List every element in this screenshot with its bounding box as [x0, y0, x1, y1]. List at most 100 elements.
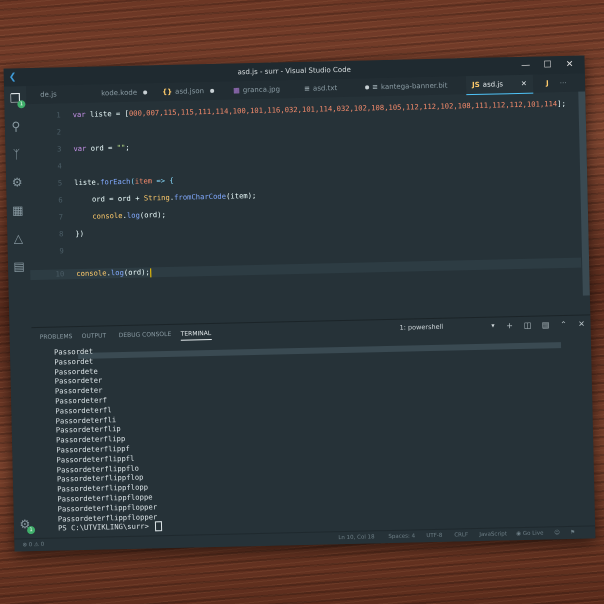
- function-name: fromCharCode: [174, 191, 227, 202]
- extensions-icon[interactable]: ▦: [10, 202, 26, 218]
- settings-gear-icon[interactable]: ⚙ 1: [17, 516, 36, 535]
- code-line-1: var liste = [000,007,115,115,111,114,100…: [73, 99, 566, 119]
- maximize-panel-icon[interactable]: ⌃: [557, 319, 569, 331]
- line-number: 2: [56, 127, 62, 137]
- js-file-icon: JS: [471, 80, 480, 90]
- go-live-button[interactable]: ◉ Go Live: [516, 531, 543, 538]
- search-icon[interactable]: ⚲: [8, 118, 24, 134]
- unsaved-dot-icon: [365, 85, 370, 90]
- tab-output[interactable]: OUTPUT: [82, 332, 107, 340]
- problems-status[interactable]: ⊗ 0 ⚠ 0: [22, 542, 44, 548]
- source-control-icon[interactable]: ᛉ: [8, 146, 24, 162]
- test-flask-icon[interactable]: △: [10, 230, 26, 246]
- object-name: console: [92, 210, 123, 221]
- class-name: String: [143, 192, 170, 203]
- code-text: liste = [: [85, 108, 130, 119]
- code-text: ord = ord +: [74, 193, 144, 205]
- encoding-status[interactable]: UTF-8: [426, 533, 442, 539]
- code-text: (item);: [225, 190, 257, 201]
- indentation-status[interactable]: Spaces: 4: [388, 533, 415, 540]
- explorer-badge: 1: [17, 100, 26, 109]
- line-number: 4: [57, 161, 62, 171]
- keyword: var: [73, 143, 87, 154]
- function-name: log: [110, 267, 124, 278]
- minimize-button[interactable]: —: [515, 59, 537, 73]
- tab-overflow[interactable]: J ⋯: [546, 74, 567, 92]
- line-number: 6: [58, 195, 63, 205]
- notifications-icon[interactable]: ⚑: [570, 530, 575, 536]
- tab-asd-txt[interactable]: ≡ asd.txt: [304, 78, 370, 97]
- tab-label: asd.json: [175, 87, 205, 96]
- settings-badge: 1: [26, 526, 36, 535]
- tab-de-js[interactable]: de.js: [40, 85, 57, 103]
- js-file-icon: J: [545, 79, 549, 88]
- code-text: => {: [151, 175, 174, 186]
- vscode-window: ❮ asd.js - surr - Visual Studio Code — ☐…: [3, 55, 596, 552]
- code-text: ord =: [86, 143, 117, 153]
- line-number: 8: [58, 229, 64, 239]
- keyword: var: [72, 109, 86, 120]
- maximize-button[interactable]: ☐: [537, 58, 559, 72]
- object-name: console: [76, 268, 107, 279]
- close-panel-icon[interactable]: ✕: [575, 318, 587, 330]
- function-name: log: [126, 210, 140, 220]
- code-line-8: }): [75, 229, 84, 238]
- tab-label: asd.txt: [312, 84, 338, 93]
- eol-status[interactable]: CRLF: [454, 532, 468, 538]
- line-number: 5: [57, 178, 63, 188]
- tab-label: granca.jpg: [242, 85, 281, 95]
- code-text: ];: [557, 98, 566, 109]
- close-tab-icon[interactable]: ✕: [521, 80, 527, 88]
- code-line-10: console.log(ord);: [76, 267, 151, 278]
- new-terminal-icon[interactable]: +: [503, 320, 515, 332]
- function-name: forEach: [100, 176, 131, 187]
- code-text: liste.: [74, 177, 101, 188]
- code-text: (ord);: [123, 267, 150, 277]
- code-line-6: ord = ord + String.fromCharCode(item);: [74, 190, 257, 205]
- debug-icon[interactable]: ⚙: [9, 174, 25, 190]
- unsaved-dot-icon: [143, 90, 148, 95]
- explorer-icon[interactable]: ❐ 1: [7, 90, 26, 109]
- param-name: item: [134, 176, 153, 186]
- file-icon: ≡: [372, 83, 379, 92]
- terminal-select-value: 1: powershell: [399, 322, 444, 332]
- code-line-7: console.log(ord);: [75, 210, 166, 221]
- tab-label: de.js: [40, 90, 57, 99]
- number-list: 000,007,115,115,111,114,100,101,116,032,…: [128, 99, 558, 118]
- tab-kode-kode[interactable]: kode.kode: [101, 83, 148, 102]
- unsaved-dot-icon: [210, 88, 215, 93]
- json-file-icon: {}: [162, 87, 173, 97]
- cursor-position[interactable]: Ln 10, Col 18: [338, 534, 374, 541]
- tab-label: kode.kode: [101, 88, 138, 98]
- tab-label: kantega-banner.bit: [380, 81, 448, 92]
- split-terminal-icon[interactable]: ◫: [521, 320, 533, 332]
- more-actions-icon[interactable]: ⋯: [560, 79, 567, 87]
- code-text: (ord);: [139, 210, 166, 220]
- image-file-icon: ▦: [233, 86, 240, 95]
- tab-problems[interactable]: PROBLEMS: [40, 333, 73, 341]
- code-text: }): [75, 228, 85, 239]
- close-button[interactable]: ✕: [558, 58, 580, 72]
- tab-kantega-banner-bit[interactable]: ≡ kantega-banner.bit: [372, 77, 448, 97]
- line-number: 10: [55, 269, 65, 279]
- tab-granca-jpg[interactable]: ▦ granca.jpg: [233, 80, 280, 99]
- go-live-label: Go Live: [522, 530, 544, 537]
- code-line-3: var ord = "";: [73, 143, 129, 153]
- tab-terminal[interactable]: TERMINAL: [180, 330, 212, 341]
- tab-asd-json[interactable]: {} asd.json: [162, 82, 215, 101]
- line-number: 9: [59, 246, 64, 256]
- terminal-select[interactable]: 1: powershell ▾: [399, 322, 494, 334]
- feedback-icon[interactable]: ☺: [554, 530, 560, 536]
- code-line-5: liste.forEach(item => {: [74, 176, 174, 187]
- text-file-icon: ≡: [304, 84, 311, 93]
- text-caret: [149, 267, 151, 277]
- terminal-prompt: PS C:\UTVIKLING\surr>: [57, 521, 154, 533]
- language-mode[interactable]: JavaScript: [479, 531, 507, 538]
- chevron-down-icon: ▾: [491, 321, 495, 330]
- terminal-output[interactable]: Passordet Passordet Passordete Passordet…: [54, 336, 585, 534]
- trash-icon[interactable]: ▤: [539, 319, 551, 331]
- code-text: ;: [125, 142, 130, 152]
- remote-explorer-icon[interactable]: ▤: [11, 258, 27, 274]
- tab-debug-console[interactable]: DEBUG CONSOLE: [119, 331, 172, 339]
